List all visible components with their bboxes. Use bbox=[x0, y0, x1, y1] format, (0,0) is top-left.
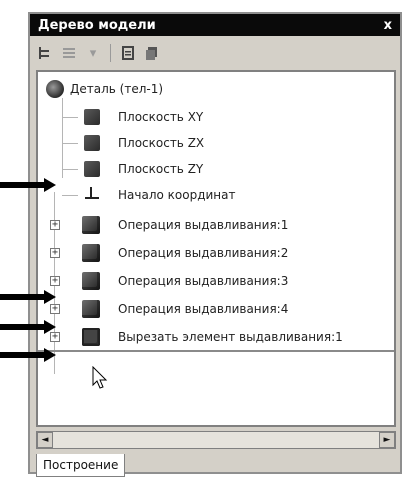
model-tree: Деталь (тел-1) Плоскость XY Плоскость ZX… bbox=[36, 70, 396, 427]
plane-icon bbox=[84, 161, 100, 177]
window-title: Дерево модели bbox=[38, 17, 156, 33]
mouse-pointer-icon bbox=[92, 365, 108, 394]
expand-button[interactable]: + bbox=[50, 220, 60, 230]
tree-item-label: Вырезать элемент выдавливания:1 bbox=[118, 330, 343, 344]
annotation-arrow bbox=[0, 320, 56, 334]
annotation-arrow bbox=[0, 290, 56, 304]
tree-item-extrude-1[interactable]: + Операция выдавливания:1 bbox=[38, 212, 394, 238]
extrude-icon bbox=[82, 244, 100, 262]
tree-item-label: Плоскость ZY bbox=[118, 162, 204, 176]
title-bar: Дерево модели x bbox=[30, 14, 400, 36]
extrude-icon bbox=[82, 300, 100, 318]
tree-item-label: Плоскость ZX bbox=[118, 136, 205, 150]
copy-icon[interactable] bbox=[143, 44, 161, 62]
plane-icon bbox=[84, 135, 100, 151]
tree-item-label: Плоскость XY bbox=[118, 110, 204, 124]
document-icon[interactable] bbox=[119, 44, 137, 62]
scroll-left-button[interactable]: ◄ bbox=[37, 432, 53, 448]
scrollbar-track[interactable] bbox=[53, 432, 379, 448]
tree-item-origin[interactable]: Начало координат bbox=[38, 182, 394, 208]
tree-item-plane-zy[interactable]: Плоскость ZY bbox=[38, 156, 394, 182]
tree-item-label: Деталь (тел-1) bbox=[70, 82, 164, 96]
horizontal-scrollbar[interactable]: ◄ ► bbox=[36, 431, 396, 449]
dropdown-chevron-icon[interactable]: ▾ bbox=[84, 44, 102, 62]
tree-view-icon[interactable] bbox=[36, 44, 54, 62]
toolbar-separator bbox=[110, 44, 111, 62]
extrude-icon bbox=[82, 272, 100, 290]
tree-item-extrude-4[interactable]: + Операция выдавливания:4 bbox=[38, 296, 394, 322]
annotation-arrow bbox=[0, 348, 56, 362]
annotation-arrow bbox=[0, 178, 56, 192]
tab-construction[interactable]: Построение bbox=[36, 454, 126, 477]
tree-item-plane-xy[interactable]: Плоскость XY bbox=[38, 104, 394, 130]
close-button[interactable]: x bbox=[384, 19, 392, 32]
tree-item-label: Начало координат bbox=[118, 188, 236, 202]
plane-icon bbox=[84, 109, 100, 125]
scroll-right-button[interactable]: ► bbox=[379, 432, 395, 448]
expand-button[interactable]: + bbox=[50, 276, 60, 286]
tree-item-label: Операция выдавливания:1 bbox=[118, 218, 289, 232]
tree-item-label: Операция выдавливания:4 bbox=[118, 302, 289, 316]
tree-item-part-root[interactable]: Деталь (тел-1) bbox=[38, 76, 394, 102]
extrude-icon bbox=[82, 216, 100, 234]
expand-button[interactable]: + bbox=[50, 304, 60, 314]
tree-item-cut-extrude-1[interactable]: + Вырезать элемент выдавливания:1 bbox=[38, 324, 394, 352]
part-icon bbox=[46, 80, 64, 98]
tree-item-label: Операция выдавливания:2 bbox=[118, 246, 289, 260]
toolbar: ▾ bbox=[34, 40, 396, 66]
tree-item-plane-zx[interactable]: Плоскость ZX bbox=[38, 130, 394, 156]
tree-item-extrude-3[interactable]: + Операция выдавливания:3 bbox=[38, 268, 394, 294]
origin-icon bbox=[84, 186, 100, 205]
model-tree-window: Дерево модели x ▾ Деталь (тел-1) Плоскос… bbox=[28, 12, 402, 477]
dropdown-view-icon[interactable] bbox=[60, 44, 78, 62]
tree-item-extrude-2[interactable]: + Операция выдавливания:2 bbox=[38, 240, 394, 266]
tree-item-label: Операция выдавливания:3 bbox=[118, 274, 289, 288]
expand-button[interactable]: + bbox=[50, 248, 60, 258]
cut-extrude-icon bbox=[82, 328, 100, 346]
